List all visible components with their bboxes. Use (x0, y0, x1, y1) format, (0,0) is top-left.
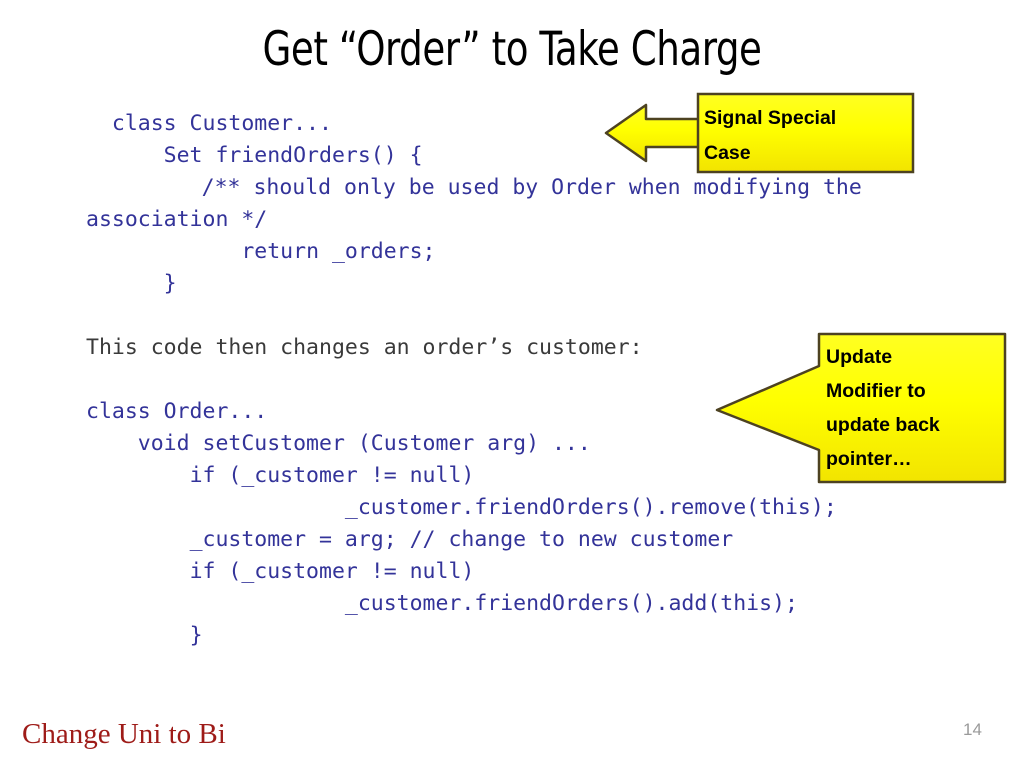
callout-line: update back (826, 414, 940, 436)
code-line: return _orders; (86, 239, 436, 264)
callout-line: Modifier to (826, 380, 926, 402)
callout-line: pointer… (826, 448, 912, 470)
code-line: _customer = arg; // change to new custom… (86, 527, 734, 552)
code-line: _customer.friendOrders().remove(this); (86, 495, 837, 520)
code-line: /** should only be used by Order when mo… (86, 175, 875, 232)
callout-update-modifier: Update Modifier to update back pointer… (714, 332, 1008, 484)
callout-signal-special-case-text: Signal Special Case (704, 101, 904, 171)
code-line: _customer.friendOrders().add(this); (86, 591, 798, 616)
code-line: } (86, 623, 203, 648)
page-number: 14 (963, 720, 982, 739)
callout-update-modifier-text: Update Modifier to update back pointer… (826, 340, 1006, 476)
callout-line: Update (826, 346, 893, 368)
callout-line: Signal Special (704, 107, 837, 129)
callout-line: Case (704, 142, 751, 164)
code-line: } (86, 271, 177, 296)
callout-signal-special-case: Signal Special Case (604, 92, 916, 174)
page-title: Get “Order” to Take Charge (262, 22, 762, 77)
footer-note: Change Uni to Bi (22, 718, 226, 750)
code-line: if (_customer != null) (86, 559, 475, 584)
